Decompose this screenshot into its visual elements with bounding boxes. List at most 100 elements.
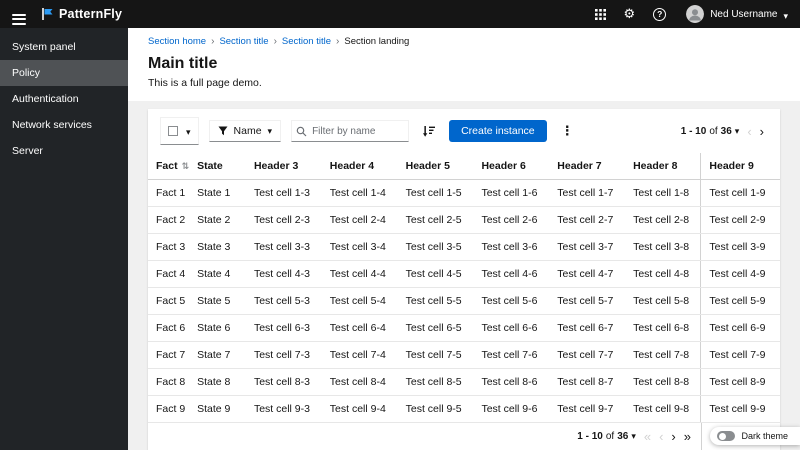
filter-icon [218,126,228,136]
pagination-total: 36 [720,125,732,137]
cell-fact: Fact 2 [148,206,190,234]
pagination-range: 1 - 10 [577,431,603,442]
column-header-8: Header 8 [625,153,701,180]
breadcrumb-separator-icon [211,36,214,47]
table-cell: Test cell 2-6 [473,206,550,234]
table-cell: Test cell 4-9 [700,260,780,288]
last-page-button[interactable] [680,428,695,445]
cell-state: State 6 [189,314,246,342]
table-row: Fact 1 State 1 Test cell 1-3 Test cell 1… [148,179,780,207]
table-row: Fact 6 State 6 Test cell 6-3 Test cell 6… [148,314,780,342]
dark-theme-toggle[interactable]: Dark theme [710,427,800,445]
kebab-menu-button[interactable] [557,121,578,141]
app-launcher-button[interactable] [593,7,608,22]
cell-fact: Fact 3 [148,233,190,261]
sidebar-item-server[interactable]: Server [0,138,128,164]
pagination-menu-toggle[interactable]: 1 - 10 of 36 [677,124,744,139]
user-menu[interactable]: Ned Username [684,3,790,25]
table-cell: Test cell 5-3 [245,287,322,315]
column-header-9: Header 9 [700,153,780,180]
breadcrumb-link-section-title-1[interactable]: Section title [219,36,268,47]
table-cell: Test cell 7-5 [397,341,474,369]
table-cell: Test cell 8-6 [473,368,550,396]
table-cell: Test cell 5-6 [473,287,550,315]
nav-toggle-button[interactable] [10,0,32,29]
prev-page-button[interactable] [655,428,667,445]
table-cell: Test cell 7-4 [321,341,398,369]
column-header-3: Header 3 [245,153,322,180]
table-cell: Test cell 5-5 [397,287,474,315]
table-cell: Test cell 3-4 [321,233,398,261]
page-body: Name [128,101,800,450]
table-cell: Test cell 6-5 [397,314,474,342]
next-page-button[interactable] [667,428,679,445]
table-cell: Test cell 2-4 [321,206,398,234]
chevron-down-icon [735,126,740,137]
settings-button[interactable] [622,4,638,24]
table-cell: Test cell 8-8 [625,368,701,396]
user-name: Ned Username [710,8,778,20]
patternfly-flag-icon [42,8,53,20]
cell-state: State 3 [189,233,246,261]
sort-button[interactable] [419,124,439,139]
dark-theme-label: Dark theme [741,431,788,441]
table-cell: Test cell 4-8 [625,260,701,288]
chevron-down-icon [186,122,191,140]
cell-fact: Fact 4 [148,260,190,288]
sidebar-item-policy[interactable]: Policy [0,60,128,86]
column-header-state: State [189,153,246,180]
table-card: Name [148,109,780,450]
table-cell: Test cell 2-9 [700,206,780,234]
select-all-checkbox[interactable] [168,126,178,136]
help-button[interactable] [651,6,668,23]
column-header-5: Header 5 [397,153,474,180]
attribute-filter-dropdown[interactable]: Name [208,120,282,142]
sidebar-item-authentication[interactable]: Authentication [0,86,128,112]
table-row: Fact 9 State 9 Test cell 9-3 Test cell 9… [148,395,780,423]
table-cell: Test cell 3-3 [245,233,322,261]
table-cell: Test cell 7-9 [700,341,780,369]
next-page-button[interactable] [756,123,768,140]
prev-page-button[interactable] [743,123,755,140]
table-cell: Test cell 1-4 [321,179,398,207]
breadcrumb-link-home[interactable]: Section home [148,36,206,47]
first-page-button[interactable] [640,428,655,445]
filter-search-input[interactable] [291,120,410,142]
table-cell: Test cell 9-7 [549,395,626,423]
breadcrumb-link-section-title-2[interactable]: Section title [282,36,331,47]
avatar [686,5,705,23]
table-cell: Test cell 2-3 [245,206,322,234]
cell-state: State 7 [189,341,246,369]
cell-fact: Fact 1 [148,179,190,207]
table-cell: Test cell 3-9 [700,233,780,261]
column-header-4: Header 4 [321,153,398,180]
cell-state: State 4 [189,260,246,288]
table-cell: Test cell 9-9 [700,395,780,423]
table-cell: Test cell 5-7 [549,287,626,315]
brand-logo[interactable]: PatternFly [40,7,122,21]
table-cell: Test cell 9-3 [245,395,322,423]
search-field [291,120,410,142]
table-cell: Test cell 9-6 [473,395,550,423]
grid-icon [594,8,606,20]
create-instance-button[interactable]: Create instance [449,120,547,142]
breadcrumb: Section home Section title Section title… [148,36,780,47]
table-cell: Test cell 5-9 [700,287,780,315]
help-icon [653,7,667,21]
table-cell: Test cell 4-7 [549,260,626,288]
table-cell: Test cell 4-4 [321,260,398,288]
sort-indicator-icon[interactable] [182,161,190,171]
page-subtitle: This is a full page demo. [148,77,262,89]
theme-switch[interactable] [717,431,736,441]
column-header-fact[interactable]: Fact [148,153,189,180]
table-cell: Test cell 4-5 [397,260,474,288]
table-row: Fact 4 State 4 Test cell 4-3 Test cell 4… [148,260,780,288]
sidebar-item-system-panel[interactable]: System panel [0,34,128,60]
pagination-menu-toggle[interactable]: 1 - 10 of 36 [573,429,640,444]
table-cell: Test cell 7-7 [549,341,626,369]
table-cell: Test cell 6-7 [549,314,626,342]
pagination-top: 1 - 10 of 36 [677,123,768,140]
sidebar-item-network-services[interactable]: Network services [0,112,128,138]
page-title: Main title [148,55,218,72]
bulk-select-dropdown[interactable] [160,117,199,145]
